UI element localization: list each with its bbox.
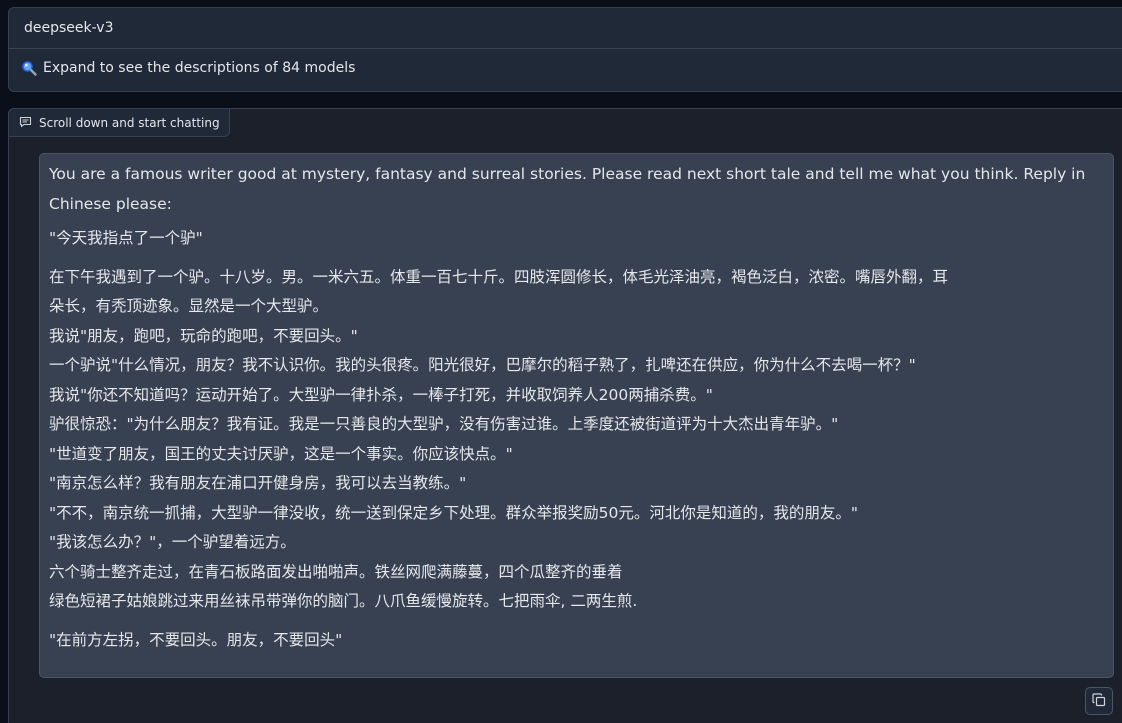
chat-bubble-icon	[19, 113, 32, 132]
model-name: deepseek-v3	[24, 20, 114, 36]
magnifier-icon	[21, 60, 37, 76]
message-line: 我说"你还不知道吗？运动开始了。大型驴一律扑杀，一棒子打死，并收取饲养人200两…	[49, 385, 713, 404]
copy-button[interactable]	[1085, 687, 1113, 715]
model-panel: deepseek-v3 Expand to see the descriptio…	[8, 7, 1122, 92]
expand-models-label: Expand to see the descriptions of 84 mod…	[43, 60, 356, 76]
message-intro: You are a famous writer good at mystery,…	[49, 165, 1086, 213]
message-line: "不不，南京统一抓捕，大型驴一律没收，统一送到保定乡下处理。群众举报奖励50元。…	[49, 503, 858, 522]
message-line: 我说"朋友，跑吧，玩命的跑吧，不要回头。"	[49, 326, 358, 345]
model-divider	[9, 48, 1122, 49]
message-closing: "在前方左拐，不要回头。朋友，不要回头"	[49, 630, 343, 649]
message-line: 一个驴说"什么情况，朋友？我不认识你。我的头很疼。阳光很好，巴摩尔的稻子熟了，扎…	[49, 356, 916, 374]
message-line: 朵长，有秃顶迹象。显然是一个大型驴。	[49, 297, 329, 315]
expand-models-toggle[interactable]: Expand to see the descriptions of 84 mod…	[21, 60, 355, 76]
chat-area[interactable]: Scroll down and start chatting You are a…	[8, 108, 1122, 723]
app-page: deepseek-v3 Expand to see the descriptio…	[0, 0, 1122, 723]
message-line: 绿色短裙子姑娘跳过来用丝袜吊带弹你的脑门。八爪鱼缓慢旋转。七把雨伞, 二两生煎.	[49, 592, 638, 610]
chat-label-text: Scroll down and start chatting	[39, 115, 220, 130]
message-tale-body: 在下午我遇到了一个驴。十八岁。男。一米六五。体重一百七十斤。四肢浑圆修长，体毛光…	[49, 263, 1103, 617]
message-line: 六个骑士整齐走过，在青石板路面发出啪啪声。铁丝网爬满藤蔓，四个瓜整齐的垂着	[49, 562, 623, 581]
chat-label: Scroll down and start chatting	[8, 108, 230, 137]
user-message: You are a famous writer good at mystery,…	[39, 153, 1114, 678]
message-line: "世道变了朋友，国王的丈夫讨厌驴，这是一个事实。你应该快点。"	[49, 444, 513, 463]
message-line: 在下午我遇到了一个驴。十八岁。男。一米六五。体重一百七十斤。四肢浑圆修长，体毛光…	[49, 267, 949, 286]
message-line: "南京怎么样？我有朋友在浦口开健身房，我可以去当教练。"	[49, 474, 467, 492]
message-tale-title: "今天我指点了一个驴"	[49, 229, 203, 247]
message-line: "我该怎么办？"，一个驴望着远方。	[49, 533, 296, 551]
copy-icon	[1092, 692, 1106, 711]
message-line: 驴很惊恐："为什么朋友？我有证。我是一只善良的大型驴，没有伤害过谁。上季度还被街…	[49, 415, 839, 433]
